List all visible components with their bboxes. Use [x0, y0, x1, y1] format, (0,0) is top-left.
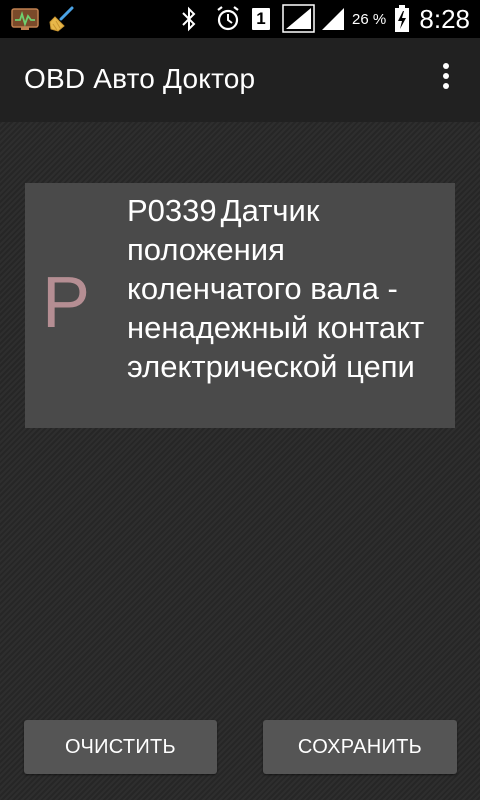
- code-text: P0339 Датчик положения коленчатого вала -…: [127, 191, 451, 386]
- signal-2-icon: [320, 0, 346, 38]
- signal-icon: [282, 0, 316, 38]
- trouble-code: P0339: [127, 193, 217, 228]
- status-bar: 1 26 % 8:28: [0, 0, 480, 38]
- code-category-letter: P: [41, 263, 91, 343]
- battery-charging-icon: [394, 0, 410, 38]
- more-vert-icon[interactable]: [430, 60, 462, 100]
- sim-label: 1: [256, 9, 266, 28]
- action-bar: OBD Авто Доктор: [0, 38, 480, 122]
- battery-percent: 26 %: [352, 11, 387, 28]
- app-title: OBD Авто Доктор: [24, 63, 256, 94]
- clock: 8:28: [419, 4, 470, 34]
- alarm-icon: [214, 0, 242, 38]
- bluetooth-icon: [178, 0, 200, 38]
- clear-button[interactable]: ОЧИСТИТЬ: [24, 720, 217, 774]
- screen-background: 1 26 % 8:28 OBD Авто Доктор P P0339 Датч…: [0, 0, 480, 800]
- sim-1-icon: 1: [250, 0, 272, 38]
- trouble-code-card[interactable]: P P0339 Датчик положения коленчатого вала…: [25, 183, 455, 428]
- broom-icon: [48, 5, 76, 38]
- save-button[interactable]: СОХРАНИТЬ: [263, 720, 457, 774]
- monitor-chart-icon: [10, 5, 40, 38]
